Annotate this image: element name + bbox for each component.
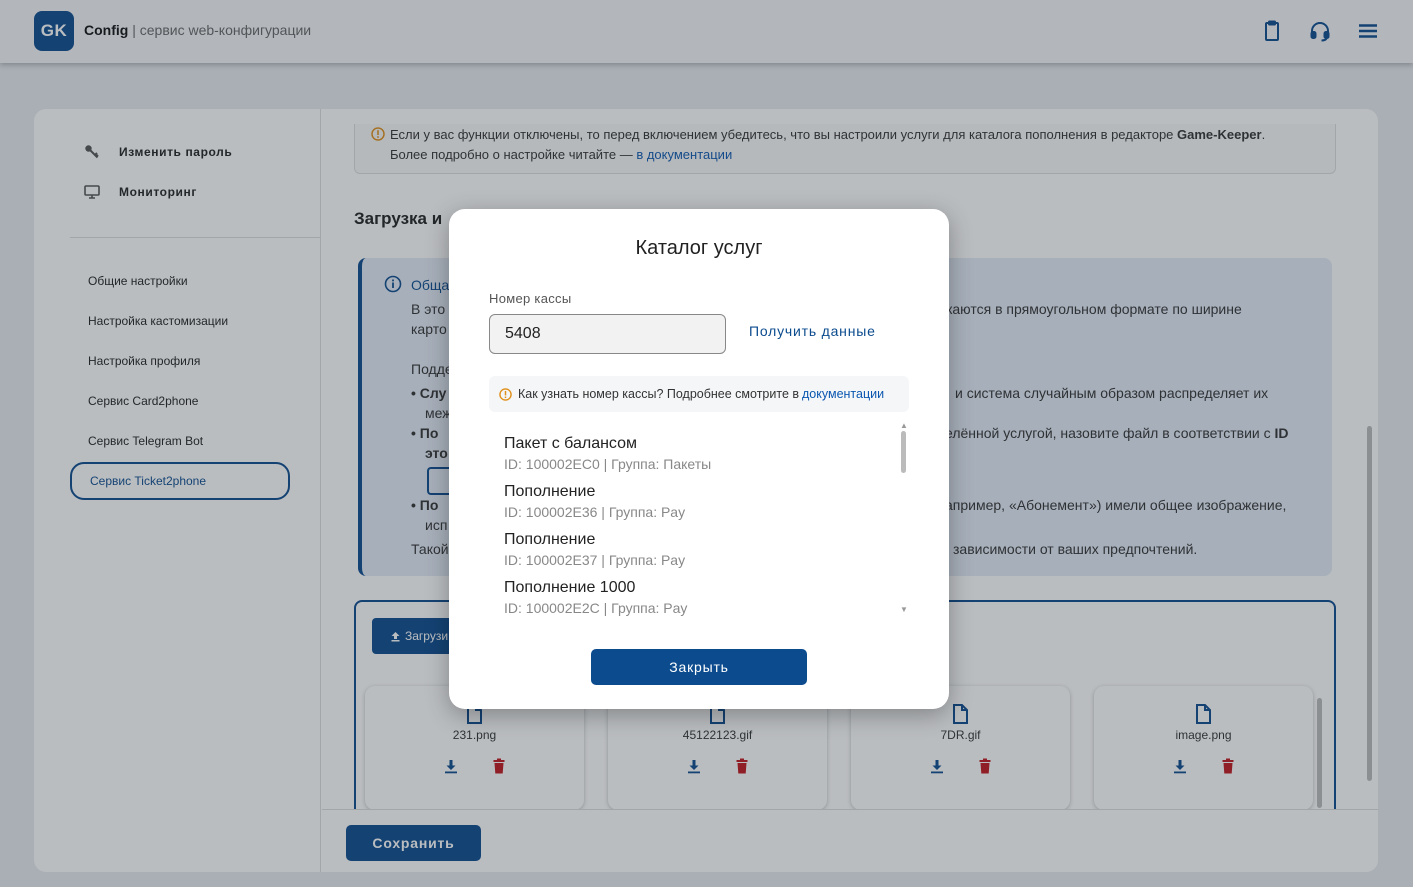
register-number-input[interactable] xyxy=(489,314,726,354)
list-item[interactable]: Пополнение ID: 100002E36 | Группа: Pay xyxy=(504,483,685,520)
close-button[interactable]: Закрыть xyxy=(591,649,807,685)
service-name: Пополнение xyxy=(504,483,596,500)
service-name: Пополнение xyxy=(504,531,596,548)
register-number-label: Номер кассы xyxy=(489,291,572,306)
service-meta: ID: 100002EC0 | Группа: Пакеты xyxy=(504,456,712,472)
service-name: Пополнение 1000 xyxy=(504,579,636,596)
service-meta: ID: 100002E36 | Группа: Pay xyxy=(504,504,686,520)
warning-icon xyxy=(499,387,512,401)
modal-title: Каталог услуг xyxy=(635,237,763,259)
service-list: Пакет с балансом ID: 100002EC0 | Группа:… xyxy=(489,424,909,619)
hint-text: Как узнать номер кассы? Подробнее смотри… xyxy=(518,387,800,401)
list-item[interactable]: Пакет с балансом ID: 100002EC0 | Группа:… xyxy=(504,435,711,472)
service-meta: ID: 100002E2C | Группа: Pay xyxy=(504,600,688,616)
service-name: Пакет с балансом xyxy=(504,435,638,452)
scroll-down-icon[interactable]: ▼ xyxy=(900,605,908,614)
service-meta: ID: 100002E37 | Группа: Pay xyxy=(504,552,686,568)
register-hint: Как узнать номер кассы? Подробнее смотри… xyxy=(489,376,909,412)
list-scrollbar[interactable] xyxy=(901,431,906,473)
get-data-button[interactable]: Получить данные xyxy=(749,323,876,339)
list-item[interactable]: Пополнение ID: 100002E37 | Группа: Pay xyxy=(504,531,685,568)
hint-documentation-link[interactable]: документации xyxy=(802,387,884,401)
service-catalog-modal: Каталог услуг Номер кассы Получить данны… xyxy=(449,209,949,709)
list-item[interactable]: Пополнение 1000 ID: 100002E2C | Группа: … xyxy=(504,579,687,616)
scroll-up-icon[interactable]: ▲ xyxy=(900,421,908,430)
